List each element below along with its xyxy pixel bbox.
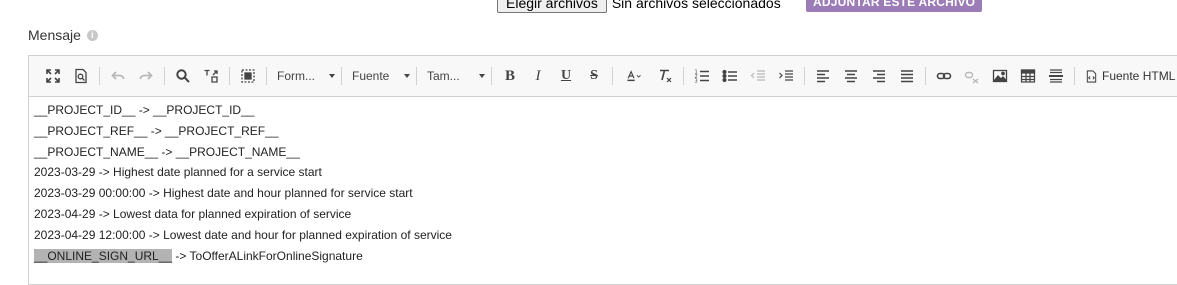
chevron-down-icon (329, 74, 335, 78)
chevron-down-icon (479, 74, 485, 78)
content-line: __PROJECT_ID__ -> __PROJECT_ID__ (34, 103, 255, 117)
toolbar-separator (804, 67, 805, 85)
align-left-icon[interactable] (811, 64, 835, 88)
bold-button[interactable]: B (498, 64, 522, 88)
svg-text:3: 3 (695, 79, 698, 85)
align-justify-icon[interactable] (895, 64, 919, 88)
content-line: 2023-03-29 -> Highest date planned for a… (34, 165, 322, 180)
unlink-icon[interactable] (960, 64, 984, 88)
content-line: __PROJECT_NAME__ -> __PROJECT_NAME__ (34, 144, 300, 159)
format-dropdown[interactable]: Form... (273, 64, 339, 88)
font-dropdown-label: Fuente (352, 69, 390, 83)
message-label-text: Mensaje (28, 27, 81, 43)
content-line: __ONLINE_SIGN_URL__ -> ToOfferALinkForOn… (34, 246, 1177, 267)
preview-icon[interactable] (69, 64, 93, 88)
font-dropdown[interactable]: Fuente (348, 64, 414, 88)
undo-icon[interactable] (106, 64, 130, 88)
toolbar-separator (164, 67, 165, 85)
toolbar-separator (416, 67, 417, 85)
toolbar-separator (266, 67, 267, 85)
message-field-label: Mensaje i (28, 27, 98, 43)
search-icon[interactable] (171, 64, 195, 88)
toolbar-separator (1074, 67, 1075, 85)
align-right-icon[interactable] (867, 64, 891, 88)
size-dropdown-label: Tam... (427, 69, 460, 83)
link-icon[interactable] (932, 64, 956, 88)
toolbar-separator (341, 67, 342, 85)
content-line: 2023-04-29 12:00:00 -> Lowest date and h… (34, 227, 452, 242)
content-line: __PROJECT_REF__ -> __PROJECT_REF__ (34, 123, 279, 138)
toolbar-separator (491, 67, 492, 85)
toolbar-separator (229, 67, 230, 85)
text-color-icon[interactable] (619, 64, 649, 88)
toolbar-separator (612, 67, 613, 85)
content-line-rest: -> ToOfferALinkForOnlineSignature (172, 248, 363, 263)
image-icon[interactable] (988, 64, 1012, 88)
source-html-label: Fuente HTML (1102, 69, 1176, 83)
underline-button[interactable]: U (554, 64, 578, 88)
strikethrough-button[interactable]: S (582, 64, 606, 88)
select-all-icon[interactable] (236, 64, 260, 88)
highlighted-placeholder: __ONLINE_SIGN_URL__ (34, 248, 173, 263)
rich-text-editor: Form... Fuente Tam... B I U S 123 Fuente… (28, 55, 1177, 285)
indent-icon[interactable] (774, 64, 798, 88)
italic-button[interactable]: I (526, 64, 550, 88)
editor-content[interactable]: __PROJECT_ID__ -> __PROJECT_ID__ __PROJE… (29, 97, 1177, 266)
maximize-icon[interactable] (41, 64, 65, 88)
table-icon[interactable] (1016, 64, 1040, 88)
replace-icon[interactable] (199, 64, 223, 88)
file-status-text: Sin archivos seleccionados (611, 0, 781, 11)
choose-files-button[interactable]: Elegir archivos (497, 0, 607, 13)
source-code-icon (1086, 69, 1097, 83)
horizontal-rule-icon[interactable] (1044, 64, 1068, 88)
content-line: 2023-03-29 00:00:00 -> Highest date and … (34, 186, 413, 201)
content-line: 2023-04-29 -> Lowest data for planned ex… (34, 206, 352, 221)
numbered-list-icon[interactable]: 123 (690, 64, 714, 88)
align-center-icon[interactable] (839, 64, 863, 88)
outdent-icon[interactable] (746, 64, 770, 88)
redo-icon[interactable] (134, 64, 158, 88)
chevron-down-icon (404, 74, 410, 78)
toolbar-separator (683, 67, 684, 85)
bulleted-list-icon[interactable] (718, 64, 742, 88)
editor-toolbar: Form... Fuente Tam... B I U S 123 Fuente… (29, 56, 1177, 97)
clear-format-icon[interactable] (653, 64, 677, 88)
attach-file-button[interactable]: ADJUNTAR ESTE ARCHIVO (806, 0, 983, 12)
format-dropdown-label: Form... (277, 69, 315, 83)
size-dropdown[interactable]: Tam... (423, 64, 489, 88)
toolbar-separator (925, 67, 926, 85)
source-html-button[interactable]: Fuente HTML (1081, 64, 1177, 88)
file-upload-row: Elegir archivos Sin archivos seleccionad… (497, 0, 781, 14)
toolbar-separator (99, 67, 100, 85)
info-icon[interactable]: i (86, 29, 98, 41)
